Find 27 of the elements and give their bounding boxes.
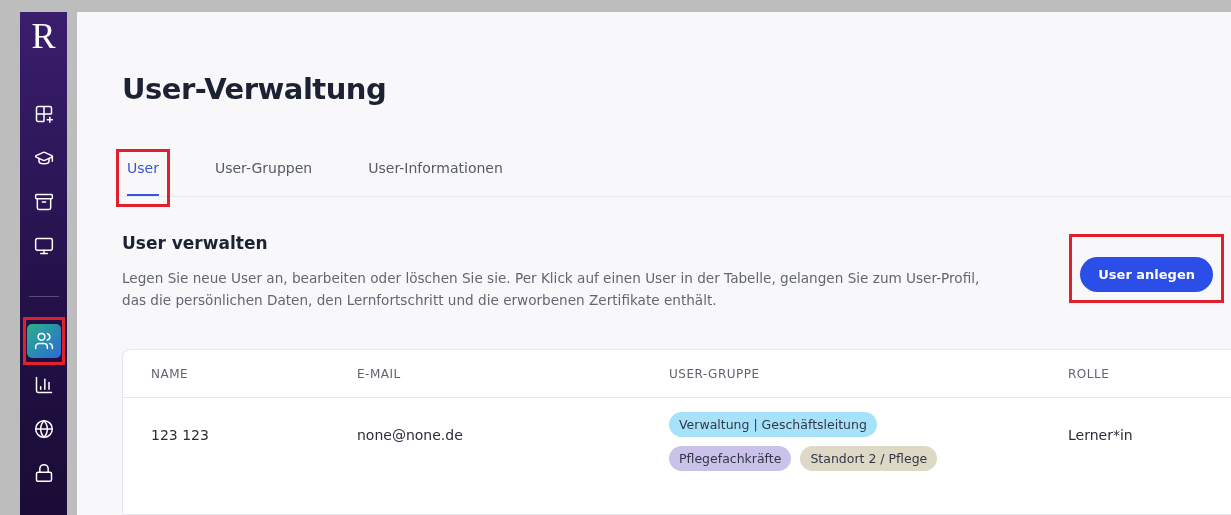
section-description: Legen Sie neue User an, bearbeiten oder löschen Sie sie. Per Klick auf einen User in der Tabelle, gelangen Sie zum User-Profil, das die persönlichen Daten, den Lernfortschritt und die erworbenen Zertifikate enthält.: [122, 269, 981, 310]
tab[interactable]: User-Informationen: [368, 160, 503, 196]
monitor-icon: [33, 236, 54, 256]
group-tag: Standort 2 / Pflege: [800, 446, 938, 471]
tab[interactable]: User-Gruppen: [214, 160, 313, 196]
table-cell-text: Lerner*in: [1067, 425, 1134, 445]
column-header: NAME: [123, 350, 329, 398]
column-header: USER-GRUPPE: [641, 350, 1040, 398]
archive-box-icon: [33, 192, 54, 212]
lock-icon: [33, 463, 54, 483]
globe-icon: [33, 419, 54, 439]
create-user-button[interactable]: User anlegen: [1080, 257, 1213, 292]
section-title: User verwalten: [122, 233, 269, 253]
graduation-cap-icon: [33, 148, 54, 168]
logo: R: [31, 18, 56, 54]
bar-chart-icon: [33, 375, 54, 395]
page-title: User-Verwaltung: [122, 72, 388, 106]
table-cell-text: 123 123: [150, 425, 210, 445]
users-icon: [33, 331, 54, 351]
tab[interactable]: User: [127, 160, 159, 196]
table-cell-text: none@none.de: [356, 425, 464, 445]
group-tag: Pflegefachkräfte: [669, 446, 792, 471]
group-tag: Verwaltung | Geschäftsleitung: [669, 412, 877, 437]
column-header: E-MAIL: [329, 350, 641, 398]
column-header: ROLLE: [1040, 350, 1231, 398]
sidebar-item[interactable]: [26, 324, 61, 358]
grid-plus-icon: [33, 104, 54, 124]
